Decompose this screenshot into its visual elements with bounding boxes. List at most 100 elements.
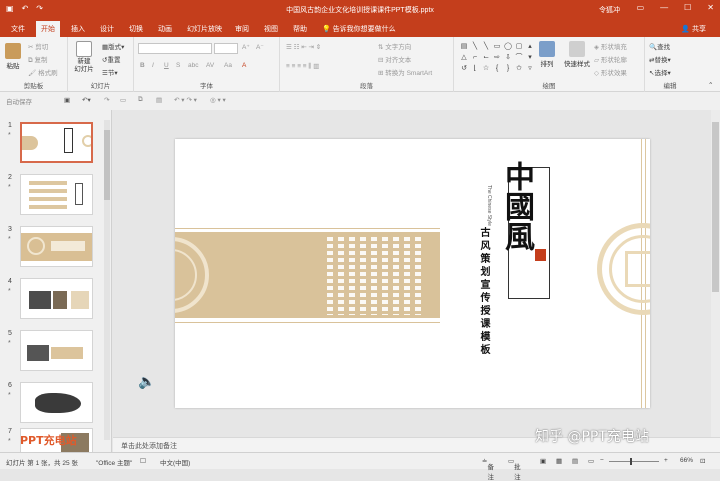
tab-transitions[interactable]: 切换: [124, 22, 148, 36]
thumbnail-scrollbar[interactable]: [104, 120, 110, 440]
fold-icon[interactable]: ⌊: [470, 64, 480, 74]
minimize-icon[interactable]: —: [660, 3, 668, 12]
language-indicator[interactable]: 中文(中国): [160, 457, 190, 467]
slideshow-icon[interactable]: ▭: [588, 457, 594, 465]
shape-effects-button[interactable]: ◇ 形状效果: [594, 67, 627, 77]
expand-shapes-icon[interactable]: ▿: [525, 64, 535, 74]
normal-view-icon[interactable]: ▣: [540, 457, 546, 465]
tab-insert[interactable]: 插入: [66, 22, 90, 36]
undo-icon[interactable]: ↶▾: [82, 96, 91, 104]
change-case-icon[interactable]: Aa: [224, 62, 232, 69]
shapes-gallery[interactable]: ▤ ╲ ╲ ▭ ◯ ▢ ▴ △ ⌐ ⌙ ⇨ ⇩ ⌒ ▾ ↺ ⌊ ☆{} ✩ ▿: [459, 42, 532, 74]
arrow-right-icon[interactable]: ⇨: [492, 53, 502, 63]
strikethrough-icon[interactable]: abc: [188, 62, 198, 69]
tab-home[interactable]: 开始: [36, 21, 60, 37]
shape-outline-button[interactable]: ▱ 形状轮廓: [594, 54, 627, 64]
arrow-down-icon[interactable]: ⇩: [503, 53, 513, 63]
line-icon[interactable]: ╲: [470, 42, 480, 52]
vertical-scrollbar[interactable]: [711, 110, 720, 437]
grow-font-icon[interactable]: A⁺: [242, 43, 250, 51]
copy-icon[interactable]: ⧉: [138, 96, 143, 104]
save-icon[interactable]: ▣: [64, 96, 70, 104]
notes-placeholder[interactable]: 单击此处添加备注: [121, 441, 177, 451]
autosave-toggle[interactable]: 自动保存: [6, 96, 32, 106]
triangle-icon[interactable]: △: [459, 53, 469, 63]
select-button[interactable]: ↖选择▾: [649, 67, 671, 77]
more-commands-icon[interactable]: ◎ ▾ ▾: [210, 96, 226, 104]
shape-fill-button[interactable]: ◈ 形状填充: [594, 41, 627, 51]
slide-sorter-icon[interactable]: ▦: [556, 457, 562, 465]
brace-close-icon[interactable]: }: [503, 64, 513, 74]
line-icon[interactable]: ╲: [481, 42, 491, 52]
slide-thumbnail-1[interactable]: [20, 122, 93, 163]
format-painter-button[interactable]: 🖌 格式刷: [28, 67, 58, 77]
underline-icon[interactable]: U: [164, 62, 169, 69]
slide-thumbnail-3[interactable]: [20, 226, 93, 267]
new-slide-button[interactable]: 新建 幻灯片: [71, 41, 97, 74]
italic-icon[interactable]: I: [152, 62, 154, 69]
align-icons[interactable]: ≡ ≡ ≡ ≡ ⫼ ▥: [286, 62, 319, 71]
tab-slideshow[interactable]: 幻灯片放映: [182, 22, 227, 36]
more-shapes-icon[interactable]: ▴: [525, 42, 535, 52]
cut-button[interactable]: ✂ 剪切: [28, 41, 48, 51]
shrink-font-icon[interactable]: A⁻: [256, 43, 264, 51]
zoom-level[interactable]: 66%: [680, 457, 693, 464]
font-size-select[interactable]: [214, 43, 238, 54]
quick-styles-button[interactable]: 快速样式: [562, 41, 592, 68]
spelling-icon[interactable]: ☐: [140, 457, 146, 465]
curved-arrow-icon[interactable]: ↺: [459, 64, 469, 74]
reset-button[interactable]: ↺重置: [102, 54, 120, 64]
elbow-icon[interactable]: ⌙: [481, 53, 491, 63]
audio-speaker-icon[interactable]: 🔈: [138, 373, 155, 390]
tab-animations[interactable]: 动画: [153, 22, 177, 36]
star-icon[interactable]: ☆: [481, 64, 491, 74]
bullets-icon[interactable]: ☰ ☷ ⇤ ⇥ ⇕: [286, 43, 321, 51]
main-slide[interactable]: 中國風 The Chinese Style 古风策划宣传授课模板: [175, 139, 650, 408]
star-shape-icon[interactable]: ✩: [514, 64, 524, 74]
notes-toggle[interactable]: ≐ 备注: [482, 457, 494, 481]
ribbon-display-icon[interactable]: ▭: [637, 3, 645, 12]
font-name-select[interactable]: [138, 43, 212, 54]
oval-icon[interactable]: ◯: [503, 42, 513, 52]
vertical-scroll-thumb[interactable]: [712, 122, 719, 292]
comments-toggle[interactable]: ▭ 批注: [508, 457, 521, 481]
section-button[interactable]: ☰节▾: [102, 67, 118, 77]
align-text-button[interactable]: ⊟ 对齐文本: [378, 54, 411, 64]
reading-view-icon[interactable]: ▤: [572, 457, 578, 465]
tab-file[interactable]: 文件: [6, 22, 30, 36]
zoom-slider-thumb[interactable]: [630, 458, 632, 465]
zoom-in-icon[interactable]: +: [664, 457, 668, 464]
thumbnail-scroll-thumb[interactable]: [104, 130, 110, 200]
scroll-shapes-icon[interactable]: ▾: [525, 53, 535, 63]
start-from-beginning-icon[interactable]: ▭: [120, 96, 126, 104]
zoom-out-icon[interactable]: −: [600, 457, 604, 464]
tell-me-search[interactable]: 💡 告诉我你想要做什么: [322, 24, 396, 34]
shadow-icon[interactable]: S: [176, 62, 180, 69]
font-color-icon[interactable]: A: [242, 62, 246, 69]
text-direction-button[interactable]: ⇅ 文字方向: [378, 41, 411, 51]
paste-small-icon[interactable]: ▤: [156, 96, 162, 104]
curve-icon[interactable]: ⌒: [514, 53, 524, 63]
slide-thumbnail-2[interactable]: [20, 174, 93, 215]
layout-button[interactable]: ▦版式▾: [102, 41, 124, 51]
close-icon[interactable]: ✕: [707, 3, 714, 12]
replace-button[interactable]: ⇄替换▾: [649, 54, 671, 64]
find-button[interactable]: 🔍查找: [649, 41, 670, 51]
share-button[interactable]: 👤 共享: [681, 24, 706, 34]
slide-thumbnail-6[interactable]: [20, 382, 93, 423]
redo-icon[interactable]: ↷: [104, 96, 109, 104]
text-box-icon[interactable]: ▤: [459, 42, 469, 52]
slide-thumbnail-5[interactable]: [20, 330, 93, 371]
slide-thumbnail-4[interactable]: [20, 278, 93, 319]
tab-review[interactable]: 审阅: [230, 22, 254, 36]
brace-open-icon[interactable]: {: [492, 64, 502, 74]
paste-button[interactable]: 粘贴: [4, 43, 22, 70]
collapse-ribbon-icon[interactable]: ⌃: [708, 81, 713, 89]
tab-design[interactable]: 设计: [95, 22, 119, 36]
tab-help[interactable]: 帮助: [288, 22, 312, 36]
arrange-button[interactable]: 排列: [536, 41, 558, 68]
bold-icon[interactable]: B: [140, 62, 145, 69]
rectangle-icon[interactable]: ▭: [492, 42, 502, 52]
zoom-slider-track[interactable]: [609, 461, 659, 462]
char-spacing-icon[interactable]: AV: [206, 62, 214, 69]
